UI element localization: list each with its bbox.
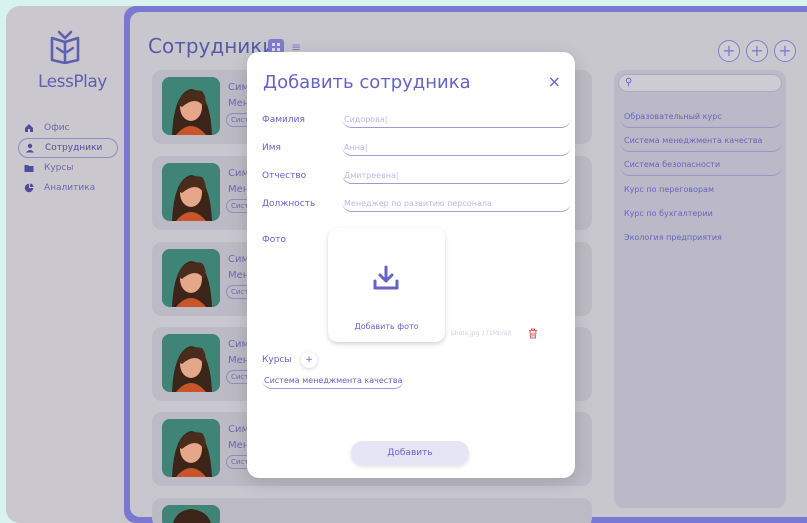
download-icon (373, 265, 399, 290)
courses-panel: ⚲ Образовательный курс Система менеджмен… (614, 70, 786, 508)
patronymic-row: Отчество (262, 168, 571, 188)
add-button-1[interactable]: + (718, 40, 740, 62)
sidebar-item-courses[interactable]: Курсы (18, 158, 122, 178)
sidebar-item-office[interactable]: Офис (18, 118, 122, 138)
avatar (162, 77, 220, 135)
search-icon: ⚲ (625, 77, 633, 88)
course-list-item[interactable]: Система безопасности (620, 154, 782, 176)
add-photo-button[interactable]: Добавить фото (328, 322, 445, 331)
surname-label: Фамилия (262, 115, 305, 125)
avatar (162, 419, 220, 477)
course-list-item[interactable]: Образовательный курс (620, 106, 782, 128)
sidebar-item-label: Сотрудники (45, 143, 103, 153)
sidebar-item-label: Офис (44, 123, 70, 133)
course-list-item[interactable]: Курс по переговорам (620, 178, 782, 200)
name-input[interactable] (342, 140, 571, 156)
modal-title: Добавить сотрудника (263, 72, 471, 93)
user-icon (26, 143, 34, 153)
sidebar-item-analytics[interactable]: Аналитика (18, 178, 122, 198)
sidebar-nav: Офис Сотрудники Курсы Аналитика (18, 118, 122, 198)
add-button-2[interactable]: + (746, 40, 768, 62)
sidebar: LessPlay Офис Сотрудники Курсы Аналитика (6, 6, 124, 523)
position-input[interactable] (342, 196, 571, 212)
course-list-item[interactable]: Экология предприятия (620, 226, 782, 248)
avatar (162, 163, 220, 221)
patronymic-input[interactable] (342, 168, 571, 184)
sidebar-item-employees[interactable]: Сотрудники (18, 138, 118, 158)
trash-icon[interactable] (528, 328, 538, 339)
selected-course-chip[interactable]: Система менеджмента качества (262, 376, 405, 389)
uploaded-file-name: photo.jpg 171Mb/ait (451, 330, 512, 337)
surname-row: Фамилия (262, 112, 571, 132)
courses-label: Курсы (262, 355, 292, 365)
photo-upload-area[interactable]: Добавить фото (328, 228, 445, 342)
course-list: Образовательный курс Система менеджмента… (620, 106, 782, 250)
position-label: Должность (262, 199, 316, 209)
sidebar-item-label: Аналитика (44, 183, 96, 193)
add-button-3[interactable]: + (774, 40, 796, 62)
course-search-input[interactable]: ⚲ (618, 74, 782, 92)
close-icon[interactable]: × (548, 72, 561, 91)
avatar (162, 505, 220, 523)
home-icon (25, 124, 33, 132)
submit-button[interactable]: Добавить (351, 441, 469, 465)
chart-pie-icon (24, 183, 34, 193)
name-row: Имя (262, 140, 571, 160)
position-row: Должность (262, 196, 571, 216)
course-list-item[interactable]: Курс по бухгалтерии (620, 202, 782, 224)
add-course-button[interactable]: + (301, 352, 317, 368)
employee-card[interactable] (152, 498, 592, 523)
logo-text: LessPlay (38, 72, 107, 92)
course-list-item[interactable]: Система менеджмента качества (620, 130, 782, 152)
patronymic-label: Отчество (262, 171, 307, 181)
avatar (162, 334, 220, 392)
add-employee-modal: Добавить сотрудника × Фамилия Имя Отчест… (247, 52, 575, 478)
sidebar-item-label: Курсы (44, 163, 74, 173)
name-label: Имя (262, 143, 281, 153)
photo-label: Фото (262, 235, 287, 245)
book-logo-icon (50, 30, 80, 64)
avatar (162, 249, 220, 307)
folder-icon (24, 165, 34, 172)
surname-input[interactable] (342, 112, 571, 128)
